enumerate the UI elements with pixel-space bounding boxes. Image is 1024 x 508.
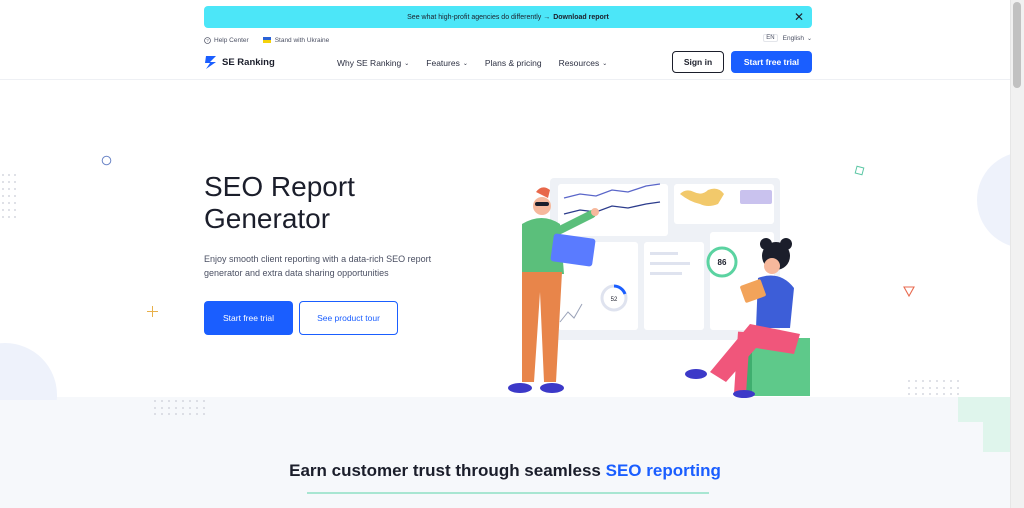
decor-triangle-icon — [903, 286, 915, 297]
ukraine-link[interactable]: Stand with Ukraine — [262, 36, 330, 44]
start-free-trial-header-button[interactable]: Start free trial — [731, 51, 812, 73]
main-navigation: SE Ranking Why SE Ranking ⌄ Features ⌄ P… — [0, 48, 1010, 80]
hero-subtitle: Enjoy smooth client reporting with a dat… — [204, 254, 432, 278]
decor-dot-grid-bottom — [154, 400, 205, 415]
chevron-down-icon: ⌄ — [806, 35, 812, 42]
svg-text:?: ? — [206, 38, 209, 43]
logo[interactable]: SE Ranking — [204, 54, 275, 70]
nav-item-resources[interactable]: Resources ⌄ — [559, 58, 608, 68]
small-score-text: 52 — [611, 297, 618, 303]
chevron-down-icon: ⌄ — [404, 60, 410, 67]
decor-ring-icon — [101, 155, 112, 166]
section-heading-highlight: SEO reporting — [605, 461, 721, 480]
promo-banner: See what high-profit agencies do differe… — [204, 6, 812, 28]
ukraine-label: Stand with Ukraine — [274, 36, 330, 44]
see-product-tour-button[interactable]: See product tour — [299, 301, 398, 335]
help-center-link[interactable]: ? Help Center — [204, 37, 249, 44]
decor-circle-right — [977, 154, 1010, 246]
decor-dot-grid-left — [2, 174, 16, 218]
se-ranking-logo-icon — [205, 56, 216, 69]
help-center-label: Help Center — [214, 36, 249, 44]
utility-bar: ? Help Center Stand with Ukraine EN Engl… — [204, 34, 812, 46]
hero-illustration: 52 86 — [508, 178, 810, 398]
help-icon: ? — [204, 36, 211, 44]
nav-item-label: Why SE Ranking — [337, 58, 402, 68]
section-heading-text: Earn customer trust through seamless — [289, 461, 601, 480]
close-icon[interactable]: ✕ — [792, 10, 806, 24]
start-free-trial-button[interactable]: Start free trial — [204, 301, 293, 335]
section-underline — [307, 492, 709, 494]
section-heading: Earn customer trust through seamless SEO… — [0, 461, 1010, 481]
language-selector[interactable]: EN English ⌄ — [763, 34, 812, 42]
decor-dot-grid-right — [908, 380, 959, 395]
nav-item-label: Plans & pricing — [484, 58, 542, 68]
score-text: 86 — [718, 258, 727, 267]
decor-plus-icon — [147, 306, 158, 317]
promo-text: See what high-profit agencies do differe… — [407, 13, 551, 21]
nav-item-label: Features — [426, 58, 460, 68]
ukraine-flag-icon — [262, 37, 271, 43]
language-name: English — [782, 34, 804, 42]
logo-text: SE Ranking — [222, 56, 275, 68]
nav-item-why-se-ranking[interactable]: Why SE Ranking ⌄ — [337, 58, 409, 68]
sign-in-button[interactable]: Sign in — [672, 51, 724, 73]
decor-square-icon — [854, 165, 865, 176]
decor-circle-left — [0, 343, 57, 400]
hero-title: SEO Report Generator — [204, 171, 355, 234]
nav-item-plans-pricing[interactable]: Plans & pricing — [485, 58, 542, 68]
promo-link[interactable]: Download report — [553, 14, 609, 21]
page-scrollbar[interactable] — [1010, 0, 1024, 508]
decor-square-right — [958, 397, 1010, 452]
language-code: EN — [763, 34, 778, 42]
nav-menu: Why SE Ranking ⌄ Features ⌄ Plans & pric… — [337, 58, 624, 68]
nav-item-features[interactable]: Features ⌄ — [426, 58, 468, 68]
scrollbar-thumb[interactable] — [1013, 2, 1021, 88]
chevron-down-icon: ⌄ — [462, 60, 468, 67]
chevron-down-icon: ⌄ — [602, 60, 608, 67]
nav-item-label: Resources — [558, 58, 600, 68]
